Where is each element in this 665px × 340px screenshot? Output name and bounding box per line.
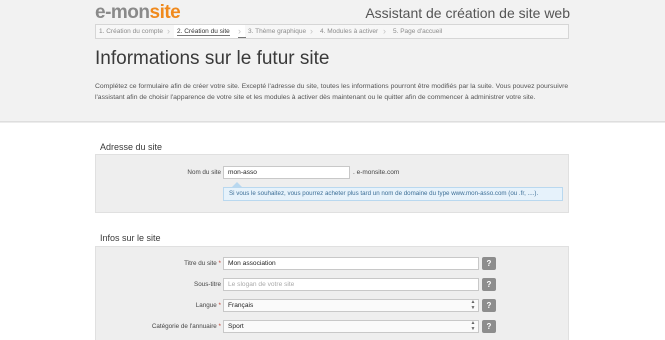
step-theme[interactable]: 3. Thème graphique › bbox=[245, 25, 317, 38]
site-title-label: Titre du site * bbox=[140, 260, 221, 267]
assistant-title: Assistant de création de site web bbox=[365, 5, 570, 21]
label-text: Titre du site bbox=[184, 260, 217, 267]
step-modules[interactable]: 4. Modules à activer › bbox=[317, 25, 390, 38]
intro-text: Complétez ce formulaire afin de créer vo… bbox=[95, 83, 569, 101]
step-label: 5. Page d'accueil bbox=[393, 28, 443, 35]
site-name-input[interactable]: mon-asso bbox=[223, 166, 350, 179]
step-homepage[interactable]: 5. Page d'accueil bbox=[390, 25, 460, 38]
language-select[interactable]: Français ▲ ▼ bbox=[223, 299, 479, 312]
step-label: 3. Thème graphique bbox=[248, 28, 307, 35]
selected-value: Sport bbox=[228, 323, 244, 330]
language-label: Langue * bbox=[140, 302, 221, 309]
category-select[interactable]: Sport ▲ ▼ bbox=[223, 320, 479, 333]
logo-text: e-mon bbox=[95, 2, 150, 23]
site-name-label: Nom du site bbox=[187, 169, 221, 176]
help-button-category[interactable]: ? bbox=[482, 320, 496, 333]
label-text: Catégorie de l'annuaire bbox=[151, 323, 217, 330]
step-site[interactable]: 2. Création du site › bbox=[174, 25, 246, 38]
help-button-title[interactable]: ? bbox=[482, 257, 496, 270]
required-mark: * bbox=[218, 260, 221, 267]
step-label: 4. Modules à activer bbox=[320, 28, 379, 35]
help-button-language[interactable]: ? bbox=[482, 299, 496, 312]
header-area: e-monsite Assistant de création de site … bbox=[0, 0, 665, 122]
form-content: Adresse du site Nom du site mon-asso . e… bbox=[0, 123, 665, 340]
category-label: Catégorie de l'annuaire * bbox=[130, 323, 221, 330]
domain-suffix: . e-monsite.com bbox=[353, 169, 400, 176]
address-panel bbox=[95, 154, 569, 213]
wizard-steps: 1. Création du compte › 2. Création du si… bbox=[95, 24, 569, 39]
select-arrows-icon: ▲ ▼ bbox=[470, 320, 476, 332]
site-logo[interactable]: e-monsite bbox=[95, 2, 181, 24]
section-title-address: Adresse du site bbox=[100, 142, 163, 152]
help-button-subtitle[interactable]: ? bbox=[482, 278, 496, 291]
subtitle-label: Sous-titre bbox=[194, 281, 221, 288]
selected-value: Français bbox=[228, 302, 254, 309]
step-account[interactable]: 1. Création du compte › bbox=[96, 25, 174, 38]
required-mark: * bbox=[218, 302, 221, 309]
domain-hint: Si vous le souhaitez, vous pourrez achet… bbox=[223, 187, 563, 201]
step-label: 1. Création du compte bbox=[99, 28, 163, 35]
section-title-infos: Infos sur le site bbox=[100, 233, 161, 243]
logo-accent-text: site bbox=[149, 2, 181, 23]
subtitle-input[interactable]: Le slogan de votre site bbox=[223, 278, 479, 291]
site-title-input[interactable]: Mon association bbox=[223, 257, 479, 270]
required-mark: * bbox=[218, 323, 221, 330]
page-title: Informations sur le futur site bbox=[95, 48, 330, 69]
label-text: Langue bbox=[195, 302, 217, 309]
step-label: 2. Création du site bbox=[177, 28, 230, 36]
select-arrows-icon: ▲ ▼ bbox=[470, 299, 476, 311]
